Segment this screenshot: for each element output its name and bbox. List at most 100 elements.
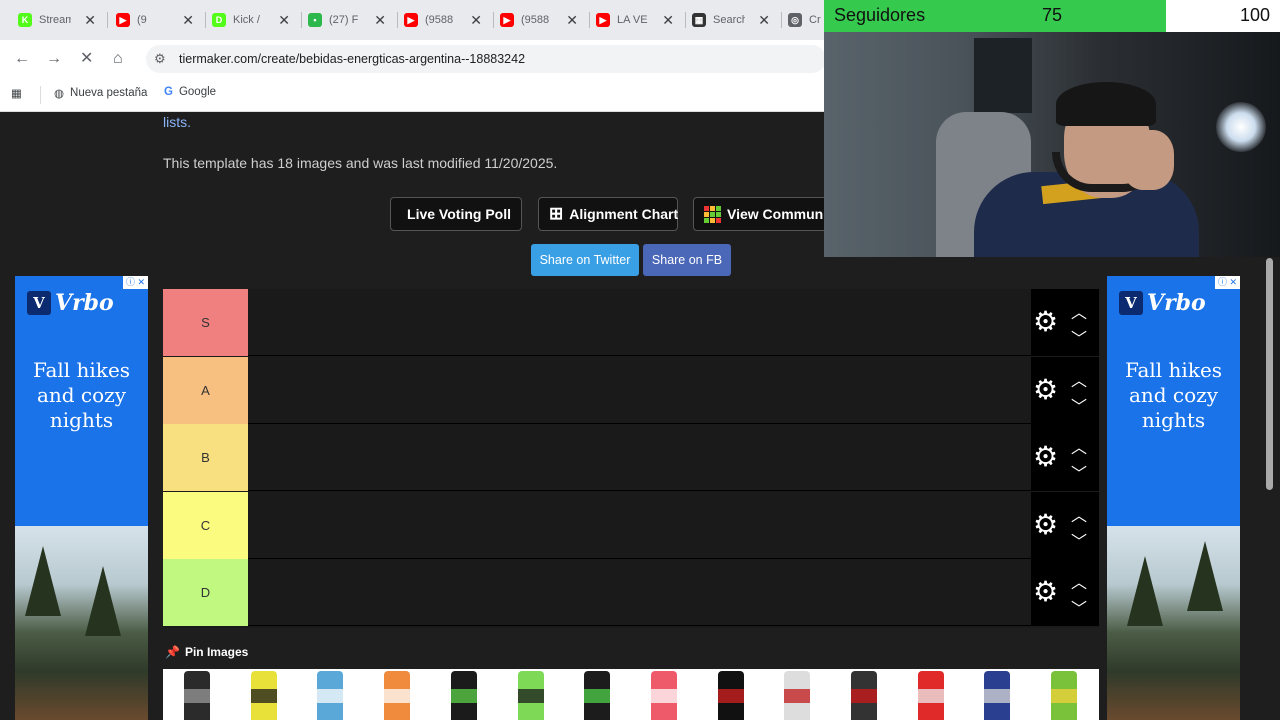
close-tab-icon[interactable]: ✕	[374, 12, 386, 29]
tier-controls: ⚙ ︿ ﹀	[1031, 559, 1099, 627]
energy-drink-image[interactable]	[450, 671, 477, 720]
live-voting-button[interactable]: Live Voting Poll	[390, 197, 522, 231]
can-label	[317, 689, 344, 703]
share-twitter-button[interactable]: Share on Twitter	[531, 244, 639, 276]
lists-link[interactable]: lists.	[163, 114, 191, 130]
tier-label[interactable]: S	[163, 289, 248, 356]
tab-title: Kick /	[233, 14, 260, 26]
energy-drink-image[interactable]	[1051, 671, 1078, 720]
browser-tab[interactable]: • (27) F ✕	[302, 6, 398, 34]
ad-choices-icon[interactable]: ⓘ ✕	[122, 276, 148, 289]
browser-tab[interactable]: ▦ Search ✕	[686, 6, 782, 34]
energy-drink-image[interactable]	[984, 671, 1011, 720]
move-up-icon[interactable]: ︿	[1071, 367, 1087, 391]
browser-tab[interactable]: ▶ (9 ✕	[110, 6, 206, 34]
move-up-icon[interactable]: ︿	[1071, 434, 1087, 458]
bookmark-new-tab[interactable]: ◍ Nueva pestaña	[54, 86, 147, 100]
tier-row[interactable]: D ⚙ ︿ ﹀	[163, 559, 1099, 627]
kick-icon: D	[212, 13, 226, 27]
move-down-icon[interactable]: ﹀	[1071, 595, 1087, 619]
ad-headline-line: Fall hikes	[32, 358, 131, 382]
energy-drink-image[interactable]	[717, 671, 744, 720]
close-tab-icon[interactable]: ✕	[470, 12, 482, 29]
back-icon[interactable]: ←	[14, 50, 30, 68]
can-label	[784, 689, 811, 703]
live-voting-label: Live Voting Poll	[407, 206, 511, 222]
webcam-hand	[1122, 130, 1174, 190]
energy-drink-image[interactable]	[917, 671, 944, 720]
ad-left[interactable]: ⓘ ✕ V Vrbo Fall hikes and cozy nights	[15, 276, 148, 720]
browser-tab[interactable]: ▶ (9588 ✕	[494, 6, 590, 34]
move-down-icon[interactable]: ﹀	[1071, 460, 1087, 484]
move-down-icon[interactable]: ﹀	[1071, 528, 1087, 552]
browser-tab[interactable]: D Kick / ✕	[206, 6, 302, 34]
close-tab-icon[interactable]: ✕	[566, 12, 578, 29]
template-info: This template has 18 images and was last…	[163, 155, 558, 171]
bookmark-divider	[40, 86, 41, 104]
url-text[interactable]: tiermaker.com/create/bebidas-energticas-…	[179, 52, 525, 66]
gear-icon[interactable]: ⚙	[1033, 510, 1058, 539]
stop-loading-icon[interactable]: ✕	[80, 50, 93, 68]
ad-right[interactable]: ⓘ ✕ V Vrbo Fall hikes and cozy nights	[1107, 276, 1240, 720]
kick-icon: K	[18, 13, 32, 27]
apps-grid-icon[interactable]: ▦	[11, 86, 22, 100]
view-community-button[interactable]: View Community	[693, 197, 840, 231]
youtube-icon: ▶	[500, 13, 514, 27]
youtube-icon: ▶	[404, 13, 418, 27]
home-icon[interactable]: ⌂	[113, 50, 123, 68]
energy-drink-image[interactable]	[250, 671, 277, 720]
energy-drink-image[interactable]	[584, 671, 611, 720]
tier-label[interactable]: A	[163, 356, 248, 424]
energy-drink-image[interactable]	[784, 671, 811, 720]
energy-drink-image[interactable]	[650, 671, 677, 720]
tier-row[interactable]: A ⚙ ︿ ﹀	[163, 356, 1099, 424]
bookmark-google-label: Google	[178, 86, 217, 98]
close-tab-icon[interactable]: ✕	[182, 12, 194, 29]
gear-icon[interactable]: ⚙	[1033, 308, 1058, 336]
move-down-icon[interactable]: ﹀	[1071, 325, 1087, 349]
tab-title: Search	[713, 14, 745, 26]
tier-row[interactable]: C ⚙ ︿ ﹀	[163, 491, 1099, 559]
close-tab-icon[interactable]: ✕	[84, 12, 96, 29]
move-up-icon[interactable]: ︿	[1071, 299, 1087, 323]
energy-drink-image[interactable]	[384, 671, 411, 720]
browser-tab[interactable]: ▶ (9588 ✕	[398, 6, 494, 34]
vrbo-logo: V Vrbo	[27, 290, 114, 316]
tier-controls: ⚙ ︿ ﹀	[1031, 491, 1099, 559]
close-tab-icon[interactable]: ✕	[278, 12, 290, 29]
gear-icon[interactable]: ⚙	[1033, 578, 1058, 606]
tier-row[interactable]: S ⚙ ︿ ﹀	[163, 289, 1099, 356]
energy-drink-image[interactable]	[317, 671, 344, 720]
page-scrollbar[interactable]	[1266, 258, 1273, 490]
ad-choices-icon[interactable]: ⓘ ✕	[1214, 276, 1240, 289]
energy-drink-image[interactable]	[517, 671, 544, 720]
pin-images-toggle[interactable]: 📌 Pin Images	[165, 645, 248, 659]
tab-title: (9588	[425, 14, 454, 26]
close-tab-icon[interactable]: ✕	[662, 12, 674, 29]
grid-icon: ⊞	[549, 204, 564, 223]
energy-drink-image[interactable]	[184, 671, 210, 720]
webcam-cap	[1056, 82, 1156, 126]
energy-drink-image[interactable]	[851, 671, 877, 720]
share-fb-button[interactable]: Share on FB	[643, 244, 731, 276]
pin-images-label: Pin Images	[184, 645, 249, 659]
ad-headline-line: nights	[49, 408, 114, 432]
bookmark-google[interactable]: G Google	[164, 86, 216, 98]
tier-row[interactable]: B ⚙ ︿ ﹀	[163, 424, 1099, 492]
move-down-icon[interactable]: ﹀	[1071, 393, 1087, 417]
omnibox[interactable]: ⚙ tiermaker.com/create/bebidas-energtica…	[146, 45, 826, 73]
tier-label[interactable]: B	[163, 424, 248, 492]
browser-tab[interactable]: K Stream ✕	[12, 6, 108, 34]
close-tab-icon[interactable]: ✕	[758, 12, 770, 29]
tier-label[interactable]: C	[163, 491, 248, 559]
gear-icon[interactable]: ⚙	[1033, 443, 1058, 471]
tier-label[interactable]: D	[163, 559, 248, 627]
move-up-icon[interactable]: ︿	[1071, 502, 1087, 526]
site-info-icon[interactable]: ⚙	[154, 51, 166, 67]
forward-icon[interactable]: →	[46, 50, 62, 68]
alignment-chart-button[interactable]: ⊞ Alignment Chart	[538, 197, 678, 231]
gear-icon[interactable]: ⚙	[1033, 375, 1058, 404]
browser-tab[interactable]: ▶ LA VE ✕	[590, 6, 686, 34]
move-up-icon[interactable]: ︿	[1071, 569, 1087, 593]
tab-title: (27) F	[329, 14, 359, 26]
